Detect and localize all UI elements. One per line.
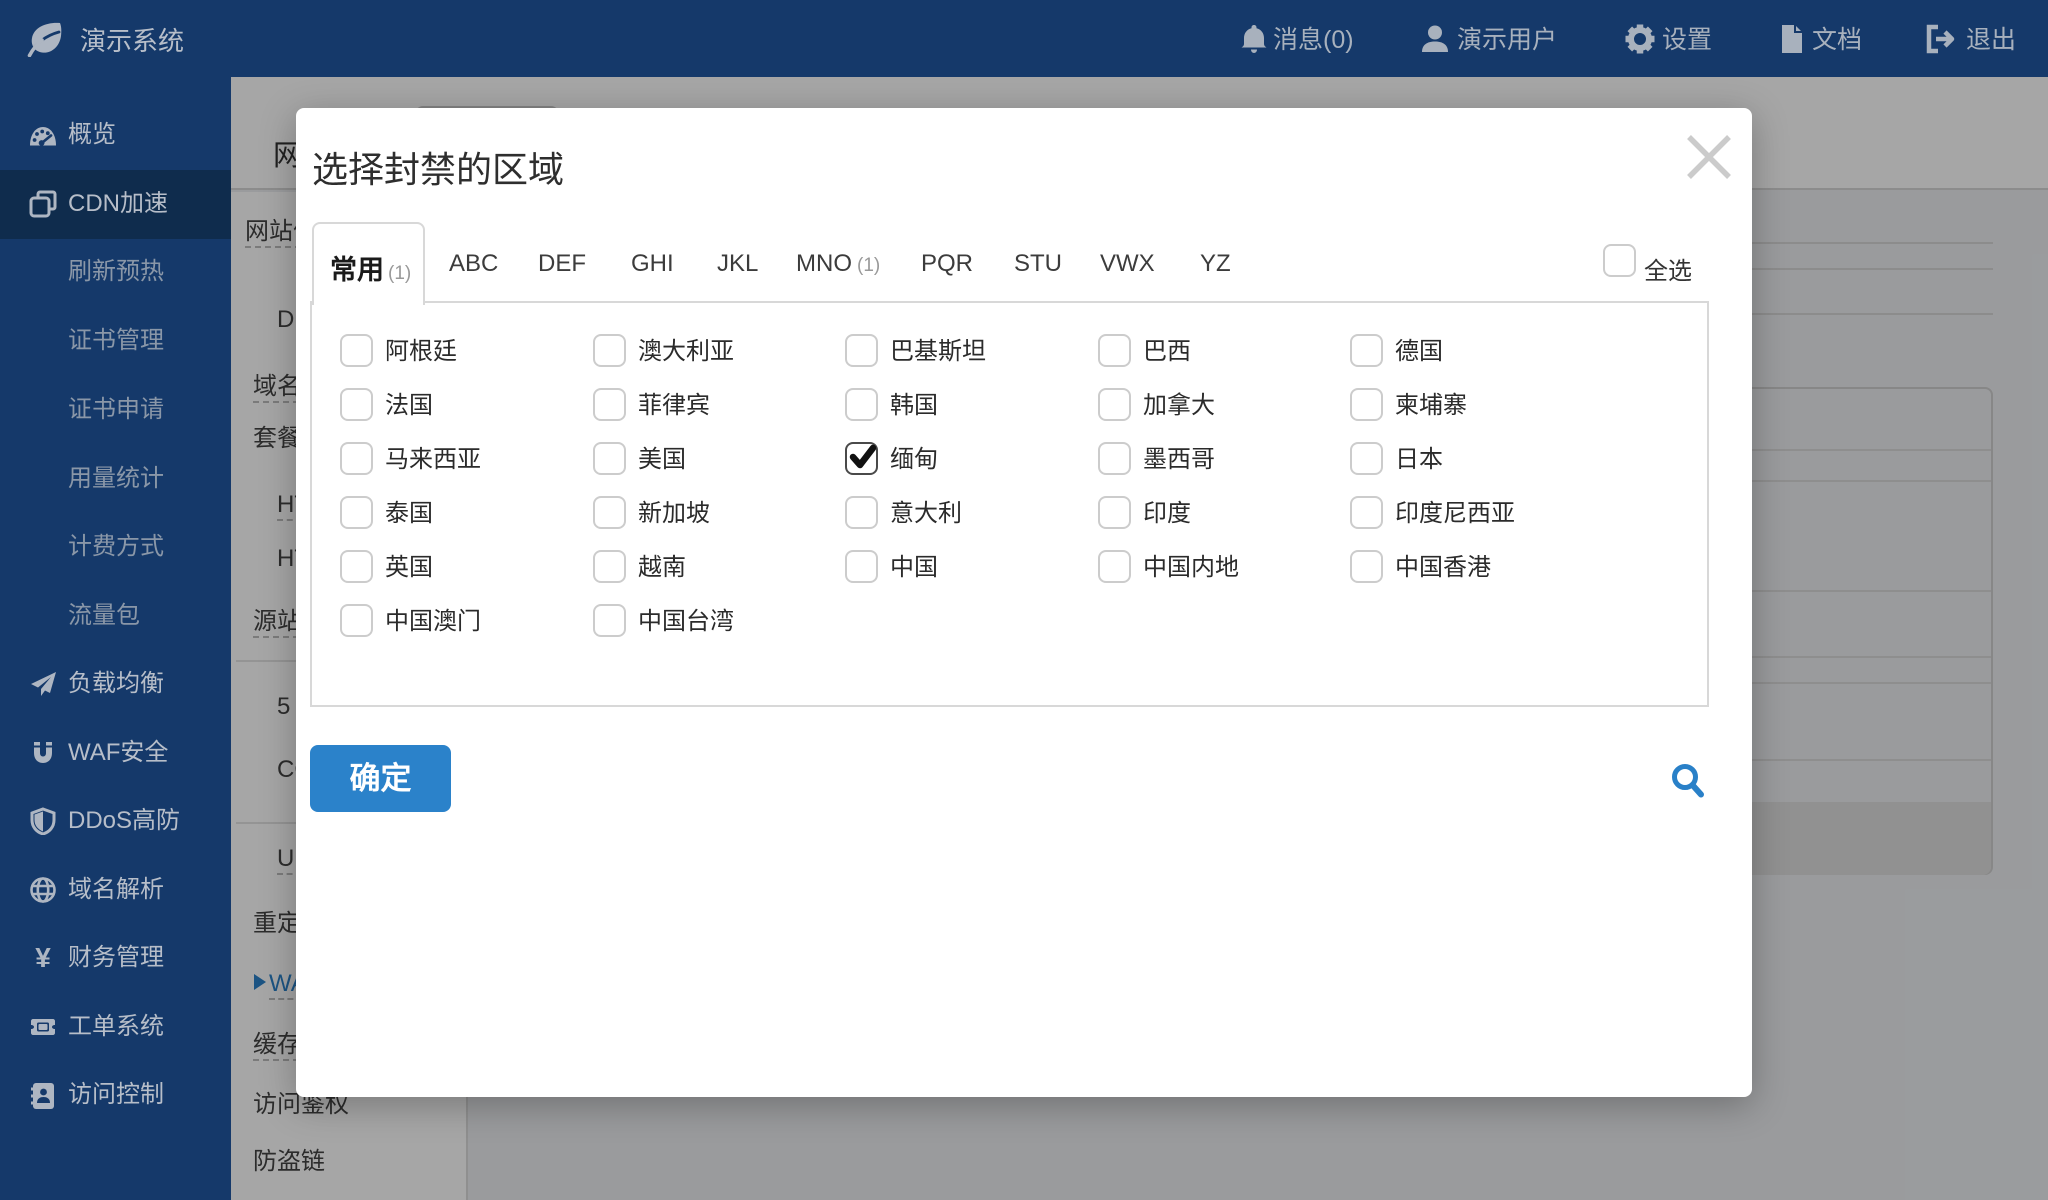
svg-text:¥: ¥ bbox=[35, 944, 51, 972]
